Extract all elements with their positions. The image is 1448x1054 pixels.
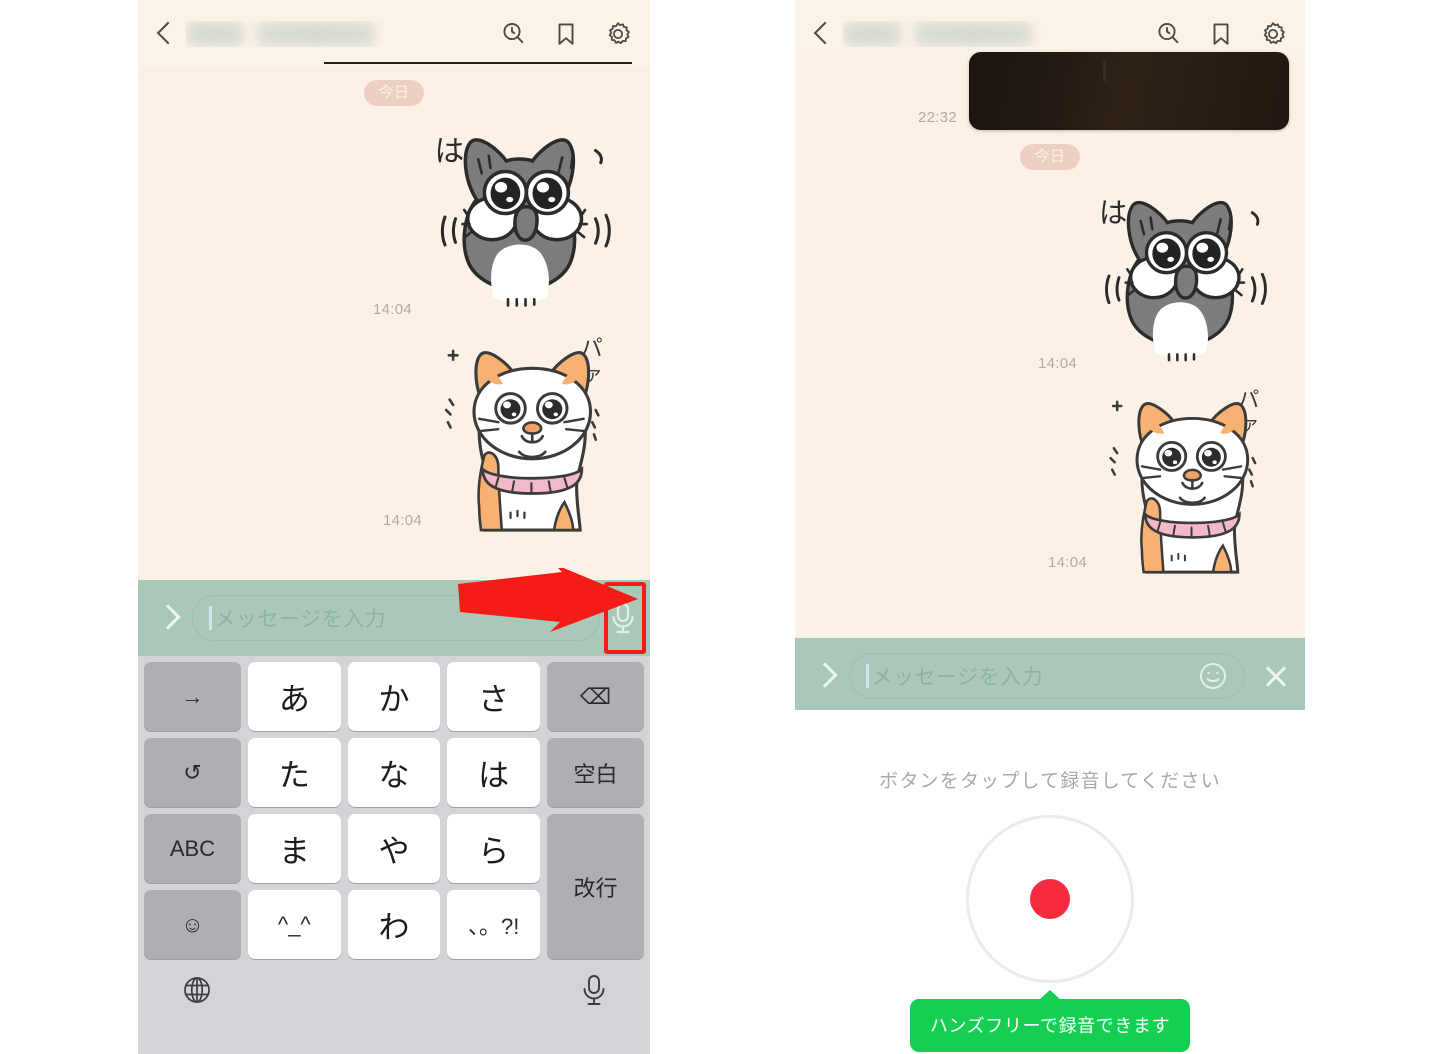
sticker-white-orange-cat-frill[interactable]: パ ァ xyxy=(1099,380,1289,575)
chat-title-masked xyxy=(186,21,500,47)
globe-icon[interactable] xyxy=(181,974,213,1006)
key-ha[interactable]: は xyxy=(447,738,540,807)
chat-title-masked xyxy=(843,21,1155,47)
back-chevron-icon[interactable] xyxy=(152,19,178,49)
chat-body-right: 22:32 今日 14:04 は 14:04 パ ァ xyxy=(795,52,1305,638)
screenshot-stage: 今日 14:04 は 14:04 パ ァ メッセージを入力 → あ か さ ⌫ … xyxy=(0,0,1448,1054)
japanese-keyboard: → あ か さ ⌫ ↺ た な は 空白 ABC ま や ら 改行 ☺ ^_^ xyxy=(138,656,650,1054)
search-history-icon[interactable] xyxy=(500,20,528,48)
back-chevron-icon[interactable] xyxy=(809,19,835,49)
svg-text:は: は xyxy=(1099,198,1127,230)
chat-body-left: 今日 14:04 は 14:04 パ ァ xyxy=(138,80,650,580)
record-button[interactable] xyxy=(966,815,1134,983)
message-input-placeholder: メッセージを入力 xyxy=(871,666,1044,689)
key-emoji[interactable]: ☺ xyxy=(144,890,241,959)
message-input-bar-right: メッセージを入力 xyxy=(795,638,1305,710)
message-input-field[interactable]: メッセージを入力 xyxy=(849,653,1245,699)
record-dot-icon xyxy=(1030,879,1070,919)
key-punctuation[interactable]: 、。?! xyxy=(447,890,540,959)
search-history-icon[interactable] xyxy=(1155,20,1183,48)
right-phone-screen: 22:32 今日 14:04 は 14:04 パ ァ メッセージを入力 xyxy=(795,0,1305,710)
annotation-highlight-box xyxy=(604,582,646,654)
key-ma[interactable]: ま xyxy=(248,814,341,883)
message-input-placeholder: メッセージを入力 xyxy=(214,608,387,631)
masked-name-part-1 xyxy=(186,22,244,46)
masked-name-part-2 xyxy=(914,22,1032,46)
sticker-gray-cat-surprised[interactable]: は xyxy=(424,112,634,322)
key-wa[interactable]: わ xyxy=(347,890,441,959)
left-phone-screen: 今日 14:04 は 14:04 パ ァ メッセージを入力 → あ か さ ⌫ … xyxy=(138,0,650,1054)
message-input-field[interactable]: メッセージを入力 xyxy=(192,595,600,641)
photo-message-bubble[interactable] xyxy=(969,52,1289,130)
text-caret xyxy=(209,606,212,630)
chat-header-left xyxy=(138,0,650,68)
message-timestamp: 14:04 xyxy=(382,512,422,529)
record-hint-text: ボタンをタップして録音してください xyxy=(879,771,1221,792)
date-divider-row-left: 今日 xyxy=(154,80,634,106)
sticker-gray-cat-surprised[interactable]: は xyxy=(1089,176,1289,376)
header-icon-group-left xyxy=(500,20,632,48)
key-abc[interactable]: ABC xyxy=(144,814,241,883)
key-enter[interactable]: 改行 xyxy=(546,814,644,959)
message-timestamp: 22:32 xyxy=(917,109,957,126)
key-next-candidate[interactable]: → xyxy=(144,662,241,731)
message-row-photo: 22:32 xyxy=(811,52,1289,130)
message-row-sticker-white-cat: 14:04 パ ァ xyxy=(154,328,634,533)
expand-chevron-icon[interactable] xyxy=(146,598,186,638)
microphone-icon[interactable] xyxy=(581,973,607,1007)
record-button-wrapper xyxy=(966,815,1134,983)
svg-text:は: は xyxy=(435,135,465,168)
message-input-bar-left: メッセージを入力 xyxy=(138,568,650,656)
handsfree-toast: ハンズフリーで録音できます xyxy=(909,999,1191,1052)
key-backspace[interactable]: ⌫ xyxy=(546,662,644,731)
close-keyboard-button[interactable] xyxy=(1257,657,1295,695)
key-ka[interactable]: か xyxy=(347,662,441,731)
text-caret xyxy=(866,664,869,688)
date-divider-label: 今日 xyxy=(1020,144,1080,170)
message-row-sticker-white-cat: 14:04 パ ァ xyxy=(811,380,1289,575)
keyboard-grid: → あ か さ ⌫ ↺ た な は 空白 ABC ま や ら 改行 ☺ ^_^ xyxy=(141,662,647,959)
message-row-sticker-gray-cat: 14:04 は xyxy=(154,112,634,322)
emoji-sticker-icon[interactable] xyxy=(1198,661,1228,691)
expand-chevron-icon[interactable] xyxy=(803,656,843,696)
key-ya[interactable]: や xyxy=(347,814,441,883)
settings-gear-icon[interactable] xyxy=(1259,20,1287,48)
key-ta[interactable]: た xyxy=(248,738,341,807)
key-a[interactable]: あ xyxy=(248,662,341,731)
voice-record-panel: ボタンをタップして録音してください ハンズフリーで録音できます xyxy=(795,710,1305,1054)
bookmark-icon[interactable] xyxy=(1207,20,1235,48)
keyboard-bottom-row xyxy=(141,959,647,1021)
masked-name-part-1 xyxy=(843,22,901,46)
message-timestamp: 14:04 xyxy=(372,301,412,318)
key-ra[interactable]: ら xyxy=(447,814,540,883)
message-row-sticker-gray-cat: 14:04 は xyxy=(811,176,1289,376)
key-na[interactable]: な xyxy=(347,738,441,807)
bookmark-icon[interactable] xyxy=(552,20,580,48)
settings-gear-icon[interactable] xyxy=(604,20,632,48)
header-divider xyxy=(324,61,632,64)
message-timestamp: 14:04 xyxy=(1037,355,1077,372)
key-kaomoji[interactable]: ^_^ xyxy=(248,890,341,959)
header-icon-group-right xyxy=(1155,20,1287,48)
key-sa[interactable]: さ xyxy=(447,662,540,731)
key-space[interactable]: 空白 xyxy=(546,738,644,807)
key-undo[interactable]: ↺ xyxy=(144,738,241,807)
sticker-white-orange-cat-frill[interactable]: パ ァ xyxy=(434,328,634,533)
message-timestamp: 14:04 xyxy=(1047,554,1087,571)
masked-name-part-2 xyxy=(257,22,375,46)
date-divider-row-right: 今日 xyxy=(811,144,1289,170)
date-divider-label: 今日 xyxy=(364,80,424,106)
